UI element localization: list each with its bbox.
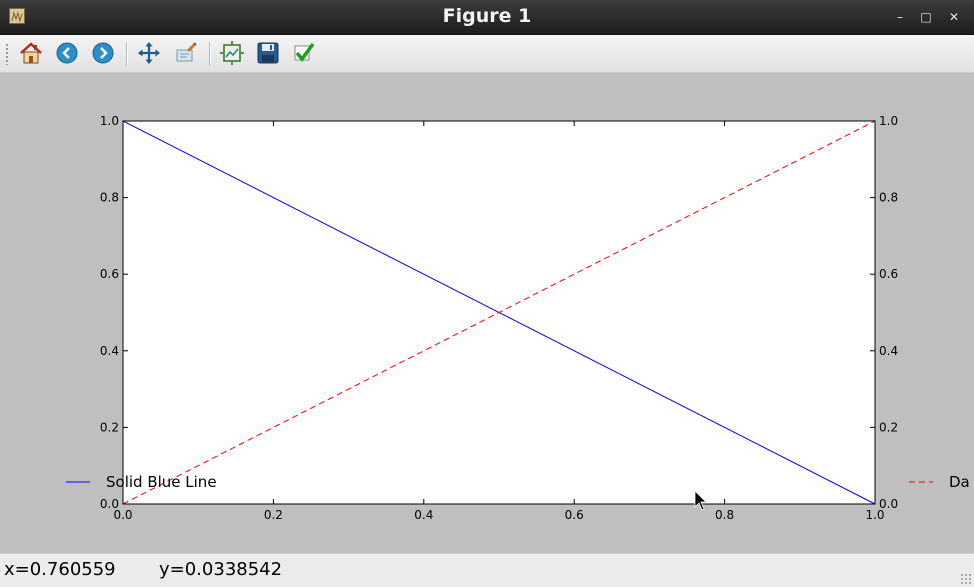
pan-icon <box>138 42 160 64</box>
x-tick-label: 0.2 <box>264 508 283 522</box>
pan-button[interactable] <box>135 39 163 67</box>
toolbar-grip[interactable] <box>5 43 9 65</box>
edit-axes-button[interactable] <box>290 39 318 67</box>
x-tick-label: 0.8 <box>715 508 734 522</box>
toolbar-separator <box>126 42 127 66</box>
zoom-button[interactable] <box>172 39 200 67</box>
legend-label-right: Da <box>949 473 970 491</box>
zoom-icon <box>176 42 197 62</box>
y-tick-label-right: 0.2 <box>879 420 898 434</box>
legend-label-left: Solid Blue Line <box>106 473 217 491</box>
home-button[interactable] <box>17 39 45 67</box>
y-tick-label-left: 0.6 <box>100 267 119 281</box>
close-button[interactable]: ✕ <box>945 8 963 26</box>
navigation-toolbar <box>0 35 974 73</box>
edit-axes-icon <box>294 42 315 62</box>
subplots-button[interactable] <box>218 39 246 67</box>
x-tick-label: 0.4 <box>414 508 433 522</box>
y-tick-label-right: 0.4 <box>879 344 898 358</box>
y-tick-label-left: 1.0 <box>100 114 119 128</box>
y-tick-label-right: 0.0 <box>879 497 898 511</box>
y-tick-label-left: 0.4 <box>100 344 119 358</box>
x-tick-label: 0.6 <box>565 508 584 522</box>
toolbar-separator <box>209 42 210 66</box>
back-button[interactable] <box>53 39 81 67</box>
save-button[interactable] <box>254 39 282 67</box>
resize-grip[interactable] <box>960 573 972 585</box>
home-icon <box>20 42 42 64</box>
cursor-x-readout: x=0.760559 <box>4 559 116 580</box>
status-bar: x=0.760559 y=0.0338542 <box>0 553 974 587</box>
y-tick-label-left: 0.8 <box>100 191 119 205</box>
plot-svg[interactable]: 0.0 0.2 0.4 0.6 0.8 1.00.0 0.00.2 0.20.4 0.40.6 0… <box>0 73 974 553</box>
figure-canvas[interactable]: 0.0 0.2 0.4 0.6 0.8 1.0 0.0 0.0 0.2 0.2 0.4 0.4 0.6 0… <box>0 73 974 553</box>
maximize-button[interactable]: □ <box>917 8 935 26</box>
minimize-button[interactable]: – <box>891 8 909 26</box>
window-title: Figure 1 <box>442 5 532 27</box>
y-tick-label-left: 0.2 <box>100 420 119 434</box>
back-icon <box>56 42 78 64</box>
y-tick-label-left: 0.0 <box>100 497 119 511</box>
y-tick-label-right: 0.6 <box>879 267 898 281</box>
window-titlebar[interactable]: Figure 1 – □ ✕ <box>0 0 974 35</box>
subplots-icon <box>220 41 244 65</box>
cursor-y-readout: y=0.0338542 <box>159 559 283 580</box>
forward-icon <box>92 42 114 64</box>
save-icon <box>257 42 279 64</box>
y-tick-label-right: 1.0 <box>879 114 898 128</box>
y-tick-label-right: 0.8 <box>879 191 898 205</box>
forward-button[interactable] <box>89 39 117 67</box>
